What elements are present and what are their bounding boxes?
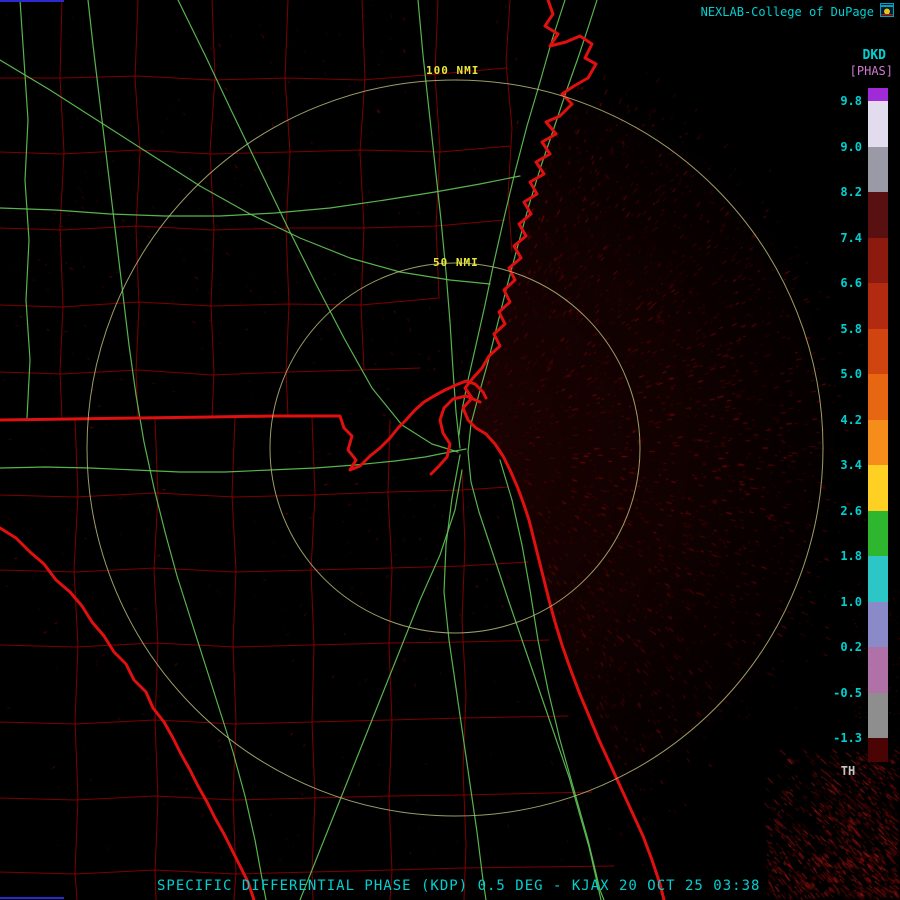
county-border-line — [0, 486, 509, 498]
colorbar-tick-label: -1.3 — [833, 731, 862, 745]
county-border-line — [310, 417, 316, 900]
county-border-line — [231, 417, 237, 900]
frame-mark-top-left — [0, 0, 64, 2]
county-border-line — [0, 791, 593, 801]
basemap-layer — [0, 0, 824, 900]
county-border-line — [0, 219, 506, 231]
colorbar-tick-label: 8.2 — [840, 185, 862, 199]
highway-line — [299, 469, 463, 900]
colorbar-segment — [868, 374, 888, 420]
colorbar-tick-label: 1.8 — [840, 549, 862, 563]
highway-line — [0, 175, 521, 217]
colorbar-tick-label: 6.6 — [840, 276, 862, 290]
colorbar-tick-label: 1.0 — [840, 594, 862, 609]
county-borders-layer — [0, 0, 615, 900]
colorbar-tick-label: -0.5 — [833, 685, 862, 700]
county-border-line — [284, 0, 291, 417]
county-border-line — [73, 419, 79, 900]
range-ring-label-100nmi: 100 NMI — [426, 64, 480, 77]
highway-line — [87, 0, 267, 900]
colorbar-segments — [868, 88, 888, 762]
colorbar-segment — [868, 101, 888, 147]
highway-line — [0, 59, 491, 285]
colorbar-segment — [868, 192, 888, 238]
state-border-or-river-line — [0, 526, 256, 900]
colorbar-segment — [868, 556, 888, 602]
colorbar-tick-label: 5.8 — [840, 321, 862, 336]
colorbar-segment — [868, 237, 888, 283]
colorbar-segment — [868, 692, 888, 738]
county-border-line — [0, 715, 569, 725]
county-border-line — [134, 0, 141, 419]
county-border-line — [59, 0, 65, 419]
colorbar-segment — [868, 465, 888, 511]
range-ring — [86, 79, 824, 817]
county-border-line — [461, 471, 467, 900]
colorbar-tick-label: 9.8 — [840, 94, 862, 108]
colorbar-tick-label: 4.2 — [840, 412, 862, 427]
county-border-line — [359, 0, 366, 371]
highway-line — [177, 0, 459, 453]
highway-line — [467, 0, 602, 900]
county-border-line — [0, 297, 440, 308]
colorbar-segment — [868, 146, 888, 192]
colorbar-segment — [868, 647, 888, 693]
colorbar-segment — [868, 283, 888, 329]
county-border-line — [0, 639, 550, 648]
county-border-line — [0, 865, 615, 875]
colorbar-tick-label: 0.2 — [840, 640, 862, 654]
county-border-line — [434, 0, 441, 299]
highways-layer — [0, 0, 605, 900]
colorbar-tick-label: 7.4 — [840, 230, 862, 245]
range-rings-layer — [86, 79, 824, 817]
highway-line — [499, 459, 605, 900]
range-ring — [269, 262, 641, 634]
county-border-line — [0, 561, 529, 573]
units-label: [PHAS] — [849, 64, 893, 78]
county-border-line — [505, 0, 513, 253]
county-border-line — [0, 367, 421, 376]
status-bar: SPECIFIC DIFFERENTIAL PHASE (KDP) 0.5 DE… — [157, 878, 761, 894]
cod-logo-icon — [880, 3, 894, 17]
frame-mark-bottom-left — [0, 897, 64, 899]
county-border-line — [209, 0, 216, 419]
colorbar-segment — [868, 88, 888, 101]
colorbar-tick-label: 2.6 — [840, 503, 862, 518]
colorbar-threshold-label: TH — [840, 764, 856, 778]
colorbar-segment — [868, 419, 888, 465]
colorbar — [868, 88, 888, 762]
radar-display: 100 NMI 50 NMI NEXLAB-College of DuPage … — [0, 0, 900, 900]
state-border-or-river-line — [0, 379, 488, 472]
colorbar-segment — [868, 601, 888, 647]
range-ring-label-50nmi: 50 NMI — [433, 256, 479, 269]
product-code-label: DKD — [862, 48, 886, 63]
colorbar-segment — [868, 738, 888, 762]
colorbar-tick-label: 9.0 — [840, 139, 862, 154]
attribution-text: NEXLAB-College of DuPage — [700, 5, 874, 19]
colorbar-segment — [868, 510, 888, 556]
colorbar-tick-label: 5.0 — [840, 367, 862, 381]
state-border-or-river-line — [461, 0, 666, 900]
colorbar-tick-label: 3.4 — [840, 458, 862, 472]
colorbar-segment — [868, 328, 888, 374]
